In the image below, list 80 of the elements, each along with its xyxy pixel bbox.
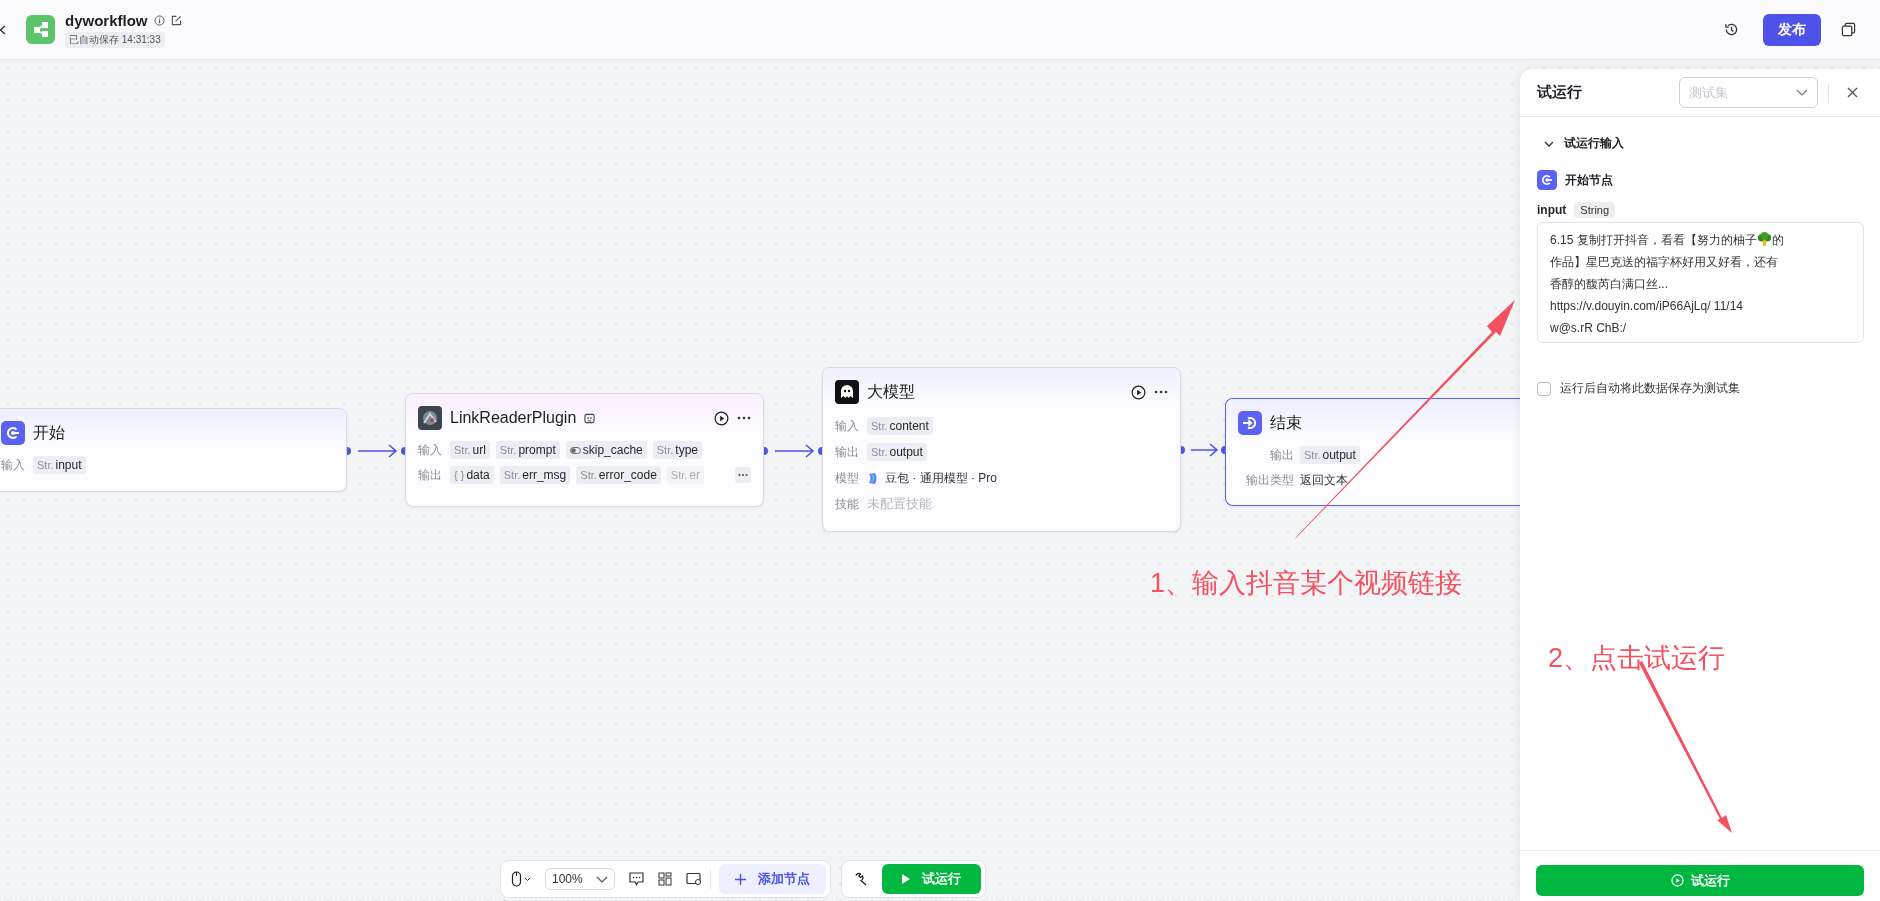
variable-tag: Str. error_code	[576, 466, 661, 484]
workflow-node[interactable]: LinkReaderPlugin 输入 Str. url Str. prompt skip_cache Str. type 输出 { } data Str. err_msg Str. error_code Str. er	[405, 393, 764, 507]
minimap-icon[interactable]	[686, 872, 702, 886]
play-icon	[902, 874, 910, 884]
row-label: 技能	[835, 495, 860, 513]
start-node-icon	[1537, 170, 1557, 190]
row-value: 未配置技能	[867, 495, 932, 513]
node-name: 开始节点	[1565, 171, 1613, 189]
workflow-node[interactable]: 结束 输出 Str. output 输出类型 返回文本	[1225, 398, 1520, 506]
variable-tag: Str. er	[666, 466, 705, 484]
row-label: 输入	[418, 441, 443, 459]
tree-emoji-icon	[1756, 232, 1772, 247]
row-value: 豆包 · 通用模型 · Pro	[885, 469, 997, 487]
connector-arrow	[774, 444, 815, 458]
run-node-icon[interactable]	[714, 410, 729, 426]
add-node-button[interactable]: 添加节点	[719, 864, 826, 894]
type-tag: String	[1574, 202, 1616, 218]
ghost-icon	[835, 380, 859, 404]
layout-grid-icon[interactable]	[658, 872, 672, 886]
back-icon[interactable]	[0, 23, 6, 36]
row-label: 输出	[418, 466, 443, 484]
more-icon[interactable]	[1154, 390, 1168, 394]
checkbox[interactable]	[1537, 381, 1551, 396]
panel-title: 试运行	[1537, 83, 1582, 102]
history-icon[interactable]	[1724, 22, 1739, 37]
checkbox-label: 运行后自动将此数据保存为测试集	[1560, 380, 1740, 397]
plus-icon	[735, 873, 746, 885]
section-toggle[interactable]: 试运行输入	[1537, 135, 1864, 152]
field-label: input	[1537, 203, 1567, 217]
node-title: LinkReaderPlugin	[450, 409, 577, 427]
workflow-node[interactable]: 大模型 输入 Str. content 输出 Str. output 模型 豆包 · 通用模型 · Pro 技能 未配置技能	[822, 367, 1181, 532]
variable-tag: Str. url	[450, 441, 490, 459]
comment-icon[interactable]	[629, 872, 644, 886]
variable-tag: Str. content	[867, 417, 933, 435]
zoom-select[interactable]: 100%	[545, 868, 615, 890]
workflow-node[interactable]: 开始 输入 Str. input	[0, 408, 347, 492]
row-label: 输出	[1269, 446, 1294, 464]
row-label: 输出类型	[1245, 471, 1294, 489]
chevron-down-icon	[1796, 89, 1808, 96]
row-label: 输入	[835, 417, 860, 435]
play-circle-icon	[1670, 874, 1684, 887]
variable-tag: Str. err_msg	[499, 466, 571, 484]
row-label: 输出	[835, 443, 860, 461]
variable-tag: Str. type	[652, 441, 702, 459]
variable-tag: Str. prompt	[495, 441, 560, 459]
autosave-status: 已自动保存 14:31:33	[65, 31, 165, 48]
variable-tag: { } data	[450, 466, 494, 484]
copy-icon[interactable]	[1841, 22, 1856, 37]
plugin-badge-icon	[584, 412, 596, 424]
close-icon[interactable]	[1847, 87, 1858, 98]
publish-button[interactable]: 发布	[1763, 13, 1821, 46]
variable-tag: Str. output	[867, 443, 927, 461]
node-title: 结束	[1270, 412, 1302, 433]
tag-label: skip_cache	[582, 443, 643, 457]
more-icon[interactable]	[737, 416, 751, 420]
node-title: 大模型	[867, 381, 915, 402]
info-icon[interactable]	[153, 14, 165, 26]
variable-tag: Str. input	[33, 456, 86, 474]
annotation-text: 2、点击试运行	[1548, 642, 1726, 675]
workflow-title: dyworkflow	[65, 11, 148, 29]
toggle-icon	[569, 446, 581, 454]
row-value: 返回文本	[1300, 471, 1348, 489]
start-node-icon	[1, 421, 25, 445]
run-node-icon[interactable]	[1131, 384, 1146, 400]
model-logo-icon	[867, 471, 879, 485]
plugin-avatar-icon	[418, 406, 442, 430]
chevron-down-icon	[1544, 140, 1554, 147]
mouse-icon[interactable]	[511, 871, 531, 887]
end-node-icon	[1238, 411, 1262, 435]
chevron-down-icon	[596, 875, 608, 883]
row-label: 输入	[1, 456, 26, 474]
connector-arrow	[1190, 443, 1219, 457]
edit-icon[interactable]	[170, 14, 182, 26]
row-label: 模型	[835, 469, 860, 487]
connector-arrow	[357, 444, 398, 458]
node-title: 开始	[33, 422, 65, 443]
flow-logo-icon	[26, 15, 55, 44]
input-field[interactable]: 6.15 复制打开抖音，看看【努力的柚子 的 作品】星巴克送的福字杯好用又好看，还有 香醇的馥芮白满口丝... https://v.douyin.com/iP66AjLq/ 11/14 w@s.rR ChB:/	[1537, 222, 1864, 343]
variable-tag: Str. output	[1300, 446, 1360, 464]
annotation-text: 1、输入抖音某个视频链接	[1150, 567, 1463, 600]
